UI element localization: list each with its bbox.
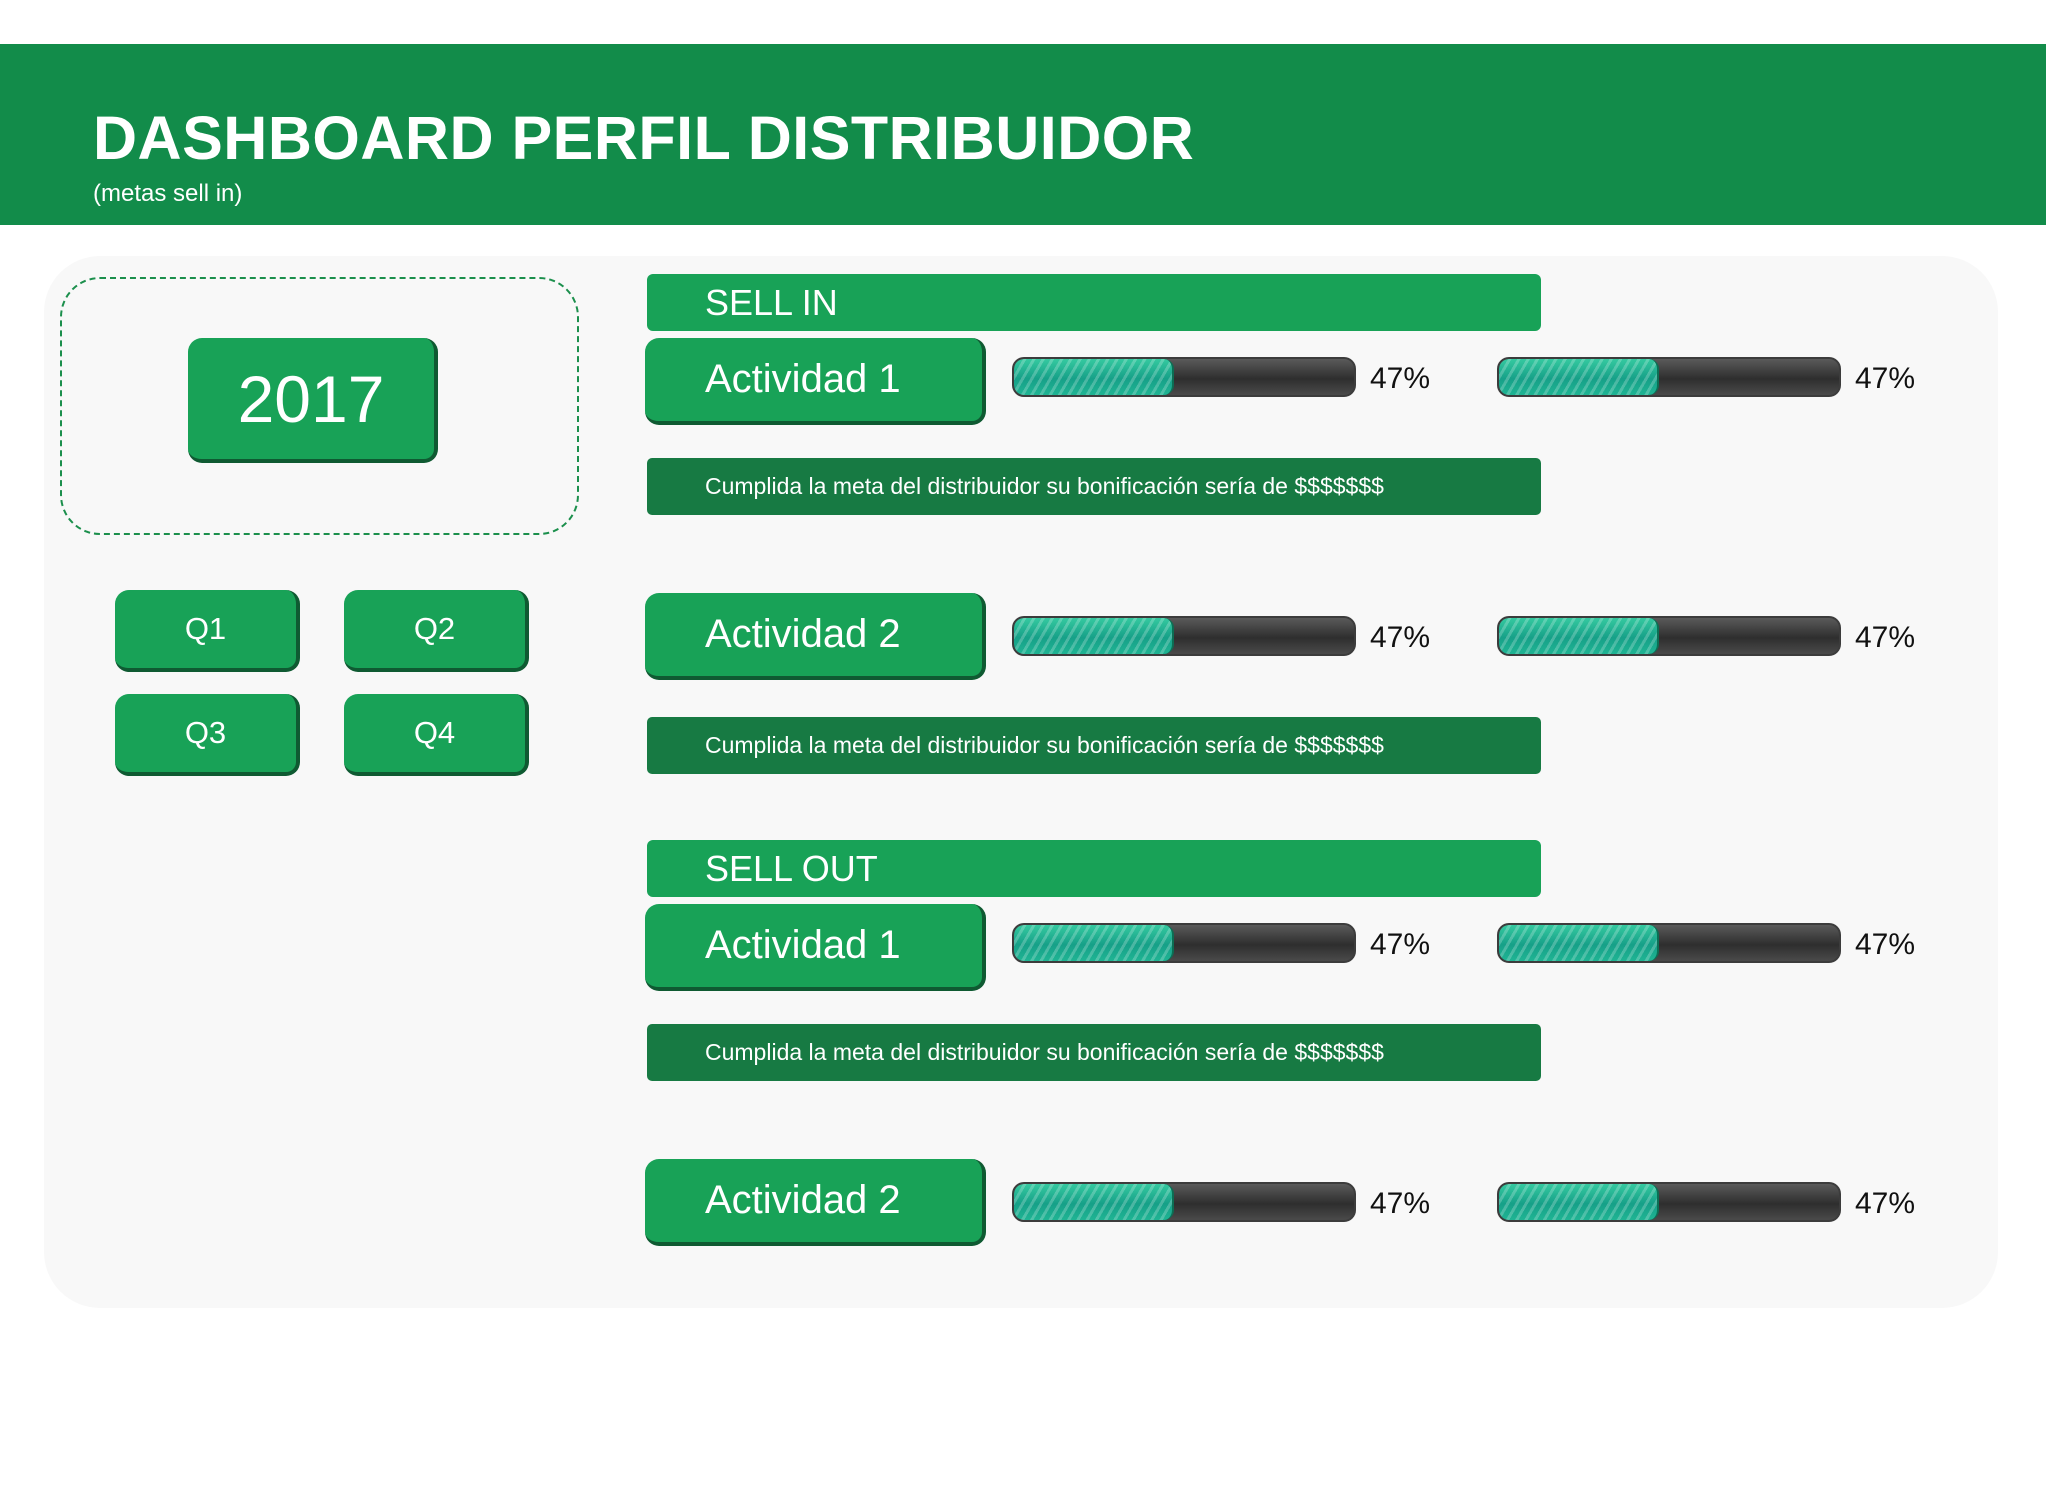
progress-bar (1497, 1182, 1841, 1222)
progress-percent: 47% (1370, 362, 1431, 395)
section-header-sell-in: SELL IN (647, 274, 1541, 331)
activity-button-sell-out-1[interactable]: Actividad 1 (645, 904, 986, 991)
progress-fill (1499, 359, 1659, 395)
activity-button-sell-in-1[interactable]: Actividad 1 (645, 338, 986, 425)
progress-bar (1012, 1182, 1356, 1222)
progress-fill (1014, 925, 1174, 961)
quarter-button-q3[interactable]: Q3 (115, 694, 300, 776)
section-header-sell-out: SELL OUT (647, 840, 1541, 897)
progress-bar (1497, 357, 1841, 397)
progress-fill (1014, 359, 1174, 395)
progress-percent: 47% (1855, 1187, 1916, 1220)
page-title: DASHBOARD PERFIL DISTRIBUIDOR (93, 104, 1195, 172)
activity-button-sell-out-2[interactable]: Actividad 2 (645, 1159, 986, 1246)
progress-percent: 47% (1855, 362, 1916, 395)
bonus-note: Cumplida la meta del distribuidor su bon… (647, 458, 1541, 515)
quarter-button-q1[interactable]: Q1 (115, 590, 300, 672)
year-button[interactable]: 2017 (188, 338, 438, 463)
progress-fill (1499, 618, 1659, 654)
progress-bar (1497, 923, 1841, 963)
progress-percent: 47% (1370, 621, 1431, 654)
progress-percent: 47% (1370, 1187, 1431, 1220)
quarter-button-q4[interactable]: Q4 (344, 694, 529, 776)
page-subtitle: (metas sell in) (93, 180, 243, 207)
progress-bar (1012, 923, 1356, 963)
progress-percent: 47% (1370, 928, 1431, 961)
progress-fill (1014, 618, 1174, 654)
progress-percent: 47% (1855, 928, 1916, 961)
progress-bar (1497, 616, 1841, 656)
progress-fill (1014, 1184, 1174, 1220)
progress-percent: 47% (1855, 621, 1916, 654)
progress-bar (1012, 616, 1356, 656)
bonus-note: Cumplida la meta del distribuidor su bon… (647, 1024, 1541, 1081)
progress-bar (1012, 357, 1356, 397)
bonus-note: Cumplida la meta del distribuidor su bon… (647, 717, 1541, 774)
quarter-button-q2[interactable]: Q2 (344, 590, 529, 672)
activity-button-sell-in-2[interactable]: Actividad 2 (645, 593, 986, 680)
progress-fill (1499, 1184, 1659, 1220)
progress-fill (1499, 925, 1659, 961)
